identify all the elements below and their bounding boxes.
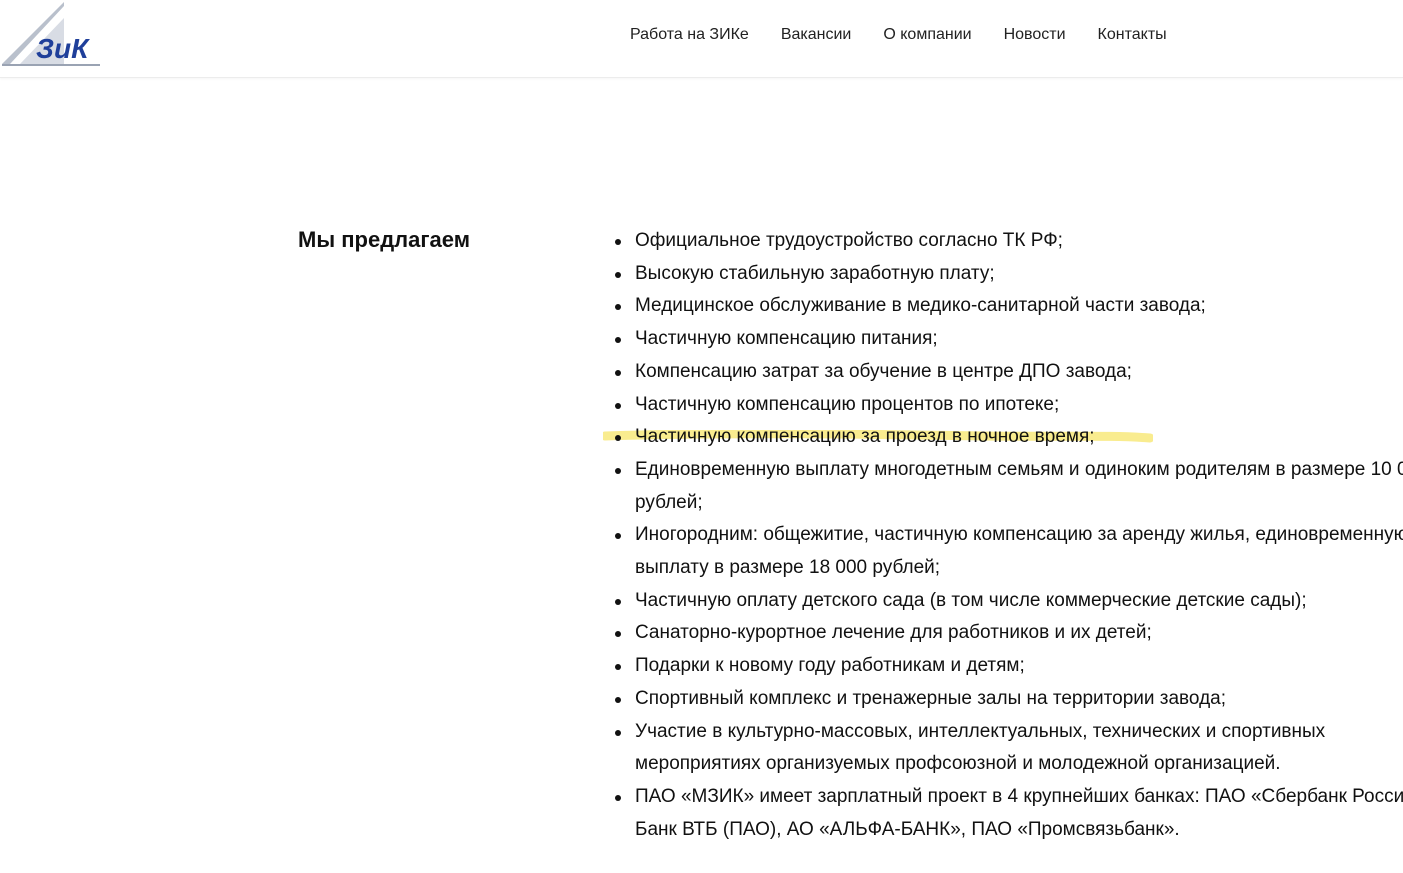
- nav-item-about[interactable]: О компании: [883, 24, 971, 46]
- list-item: Частичную компенсацию процентов по ипоте…: [615, 389, 1403, 422]
- nav-item-news[interactable]: Новости: [1004, 24, 1066, 46]
- bullet-icon: [615, 533, 621, 540]
- bullet-icon: [615, 696, 621, 703]
- svg-text:ЗиК: ЗиК: [36, 33, 90, 64]
- bullet-icon: [615, 729, 621, 736]
- bullet-icon: [615, 664, 621, 671]
- bullet-icon: [615, 369, 621, 376]
- nav-item-work[interactable]: Работа на ЗИКе: [630, 24, 749, 46]
- list-item: Санаторно-курортное лечение для работник…: [615, 617, 1403, 650]
- list-item-text: Компенсацию затрат за обучение в центре …: [635, 360, 1132, 382]
- list-item-text: ПАО «МЗИК» имеет зарплатный проект в 4 к…: [635, 785, 1403, 840]
- list-item-text: Санаторно-курортное лечение для работник…: [635, 622, 1152, 644]
- list-item: ПАО «МЗИК» имеет зарплатный проект в 4 к…: [615, 781, 1403, 846]
- list-item-text: Спортивный комплекс и тренажерные залы н…: [635, 687, 1227, 709]
- list-item-text: Официальное трудоустройство согласно ТК …: [635, 230, 1063, 251]
- bullet-icon: [615, 239, 621, 245]
- zik-logo: ЗиК: [2, 2, 100, 66]
- bullet-icon: [615, 794, 621, 801]
- list-item-highlighted: Частичную компенсацию за проезд в ночное…: [615, 421, 1403, 454]
- list-item-text: Участие в культурно-массовых, интеллекту…: [635, 720, 1326, 775]
- bullet-icon: [615, 467, 621, 474]
- list-item: Медицинское обслуживание в медико-санита…: [615, 290, 1403, 323]
- list-item-text: Единовременную выплату многодетным семья…: [635, 458, 1403, 513]
- list-item-text: Высокую стабильную заработную плату;: [635, 262, 995, 284]
- list-item: Участие в культурно-массовых, интеллекту…: [615, 716, 1403, 781]
- nav-item-contacts[interactable]: Контакты: [1098, 24, 1167, 46]
- bullet-icon: [615, 304, 621, 311]
- list-item: Подарки к новому году работникам и детям…: [615, 650, 1403, 683]
- list-item: Высокую стабильную заработную плату;: [615, 258, 1403, 291]
- benefits-list: Официальное трудоустройство согласно ТК …: [600, 225, 1403, 846]
- bullet-icon: [615, 337, 621, 344]
- bullet-icon: [615, 402, 621, 409]
- list-item: Единовременную выплату многодетным семья…: [615, 454, 1403, 519]
- bullet-icon: [615, 631, 621, 638]
- list-item-text: Частичную компенсацию процентов по ипоте…: [635, 393, 1060, 415]
- list-item: Частичную оплату детского сада (в том чи…: [615, 585, 1403, 618]
- list-item: Официальное трудоустройство согласно ТК …: [615, 225, 1403, 258]
- list-item: Иногородним: общежитие, частичную компен…: [615, 519, 1403, 584]
- list-item: Частичную компенсацию питания;: [615, 323, 1403, 356]
- list-item: Компенсацию затрат за обучение в центре …: [615, 356, 1403, 389]
- list-item-text: Частичную компенсацию за проезд в ночное…: [635, 426, 1095, 448]
- list-item-text: Частичную компенсацию питания;: [635, 328, 938, 350]
- list-item-text: Подарки к новому году работникам и детям…: [635, 655, 1025, 677]
- site-header: ЗиК Работа на ЗИКе Вакансии О компании Н…: [0, 0, 1403, 78]
- nav-item-vacancies[interactable]: Вакансии: [781, 24, 852, 46]
- list-item-text: Иногородним: общежитие, частичную компен…: [635, 524, 1403, 579]
- list-item-text: Медицинское обслуживание в медико-санита…: [635, 295, 1206, 317]
- bullet-icon: [615, 435, 621, 442]
- main-nav: Работа на ЗИКе Вакансии О компании Новос…: [630, 24, 1167, 46]
- bullet-icon: [615, 598, 621, 605]
- list-item: Спортивный комплекс и тренажерные залы н…: [615, 683, 1403, 716]
- list-item-text: Частичную оплату детского сада (в том чи…: [635, 589, 1307, 611]
- section-title: Мы предлагаем: [298, 227, 470, 252]
- bullet-icon: [615, 271, 621, 278]
